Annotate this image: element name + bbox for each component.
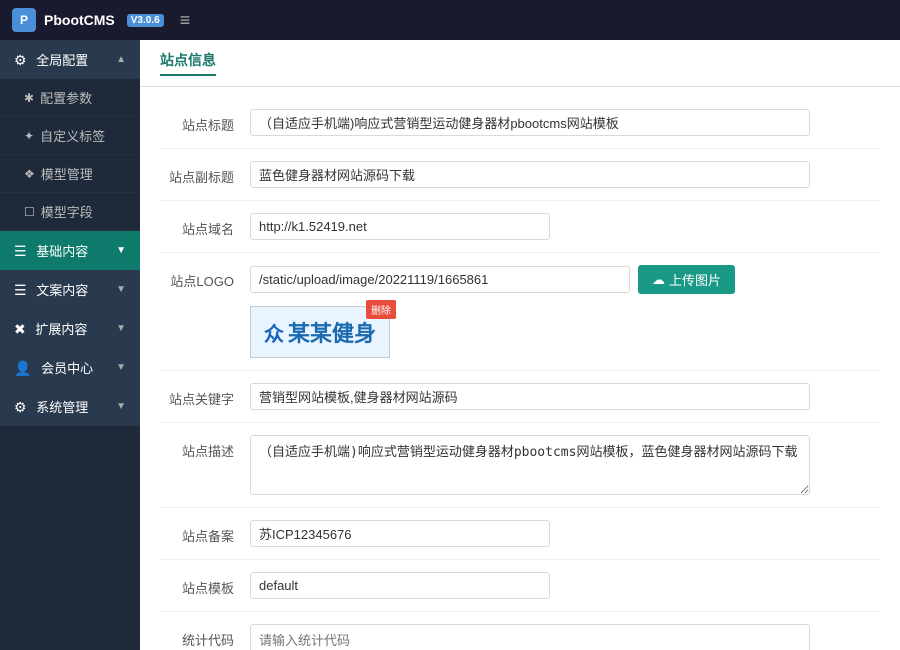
form-row-site-description: 站点描述 （自适应手机端)响应式营销型运动健身器材pbootcms网站模板，蓝色… [160, 423, 880, 508]
form-row-site-stats: 统计代码 https://www.huzhan.com/ishop34101 [160, 612, 880, 650]
label-site-subtitle: 站点副标题 [160, 161, 250, 186]
version-badge: V3.0.6 [127, 14, 164, 27]
gear-icon: ⚙ [14, 52, 27, 68]
sidebar: ⚙ 全局配置 ▲ ✱ 配置参数 ✦ 自定义标签 ❖ 模型管理 ☐ 模型字段 ☰ … [0, 40, 140, 650]
sidebar-group-xitongguanli-arrow: ▼ [116, 401, 126, 412]
app-logo: P PbootCMS V3.0.6 [12, 8, 164, 32]
field-site-icp [250, 520, 880, 547]
field-site-template [250, 572, 880, 599]
logo-icon: P [12, 8, 36, 32]
upload-logo-button[interactable]: ☁ 上传图片 [638, 265, 735, 294]
sidebar-group-wenzhaneirong-arrow: ▼ [116, 284, 126, 295]
input-site-icp[interactable] [250, 520, 550, 547]
user-icon: 👤 [14, 360, 31, 376]
form-row-site-title: 站点标题 [160, 97, 880, 149]
field-site-logo: ☁ 上传图片 众 某某健身 删除 [250, 265, 880, 358]
sidebar-group-jichuneirongt-arrow: ▼ [116, 245, 126, 256]
sidebar-item-zidingyibiaoqian[interactable]: ✦ 自定义标签 [0, 117, 140, 155]
sidebar-item-peizhicanshu-label: 配置参数 [40, 88, 92, 107]
sidebar-group-wenzhaneirong[interactable]: ☰ 文案内容 ▼ [0, 270, 140, 309]
sidebar-item-peizhicanshu[interactable]: ✱ 配置参数 [0, 79, 140, 117]
input-site-logo-path[interactable] [250, 266, 630, 293]
upload-icon: ☁ [652, 272, 665, 288]
label-site-title: 站点标题 [160, 109, 250, 134]
sidebar-group-wenzhaneirong-label: 文案内容 [36, 283, 88, 298]
sidebar-group-xitongguanli[interactable]: ⚙ 系统管理 ▼ [0, 387, 140, 426]
extend-icon: ✖ [14, 321, 26, 337]
input-site-title[interactable] [250, 109, 810, 136]
sidebar-group-kuozhaneirong-label: 扩展内容 [35, 322, 87, 337]
sidebar-group-jichuneirongt[interactable]: ☰ 基础内容 ▼ [0, 231, 140, 270]
sidebar-item-moxingziduan[interactable]: ☐ 模型字段 [0, 193, 140, 231]
sidebar-item-moxingziduan-label: 模型字段 [41, 202, 93, 221]
sidebar-group-quanju-arrow: ▲ [116, 54, 126, 65]
field-site-domain [250, 213, 880, 240]
logo-icon-dumbbell: 众 [264, 318, 284, 347]
logo-preview-wrap: 众 某某健身 删除 [250, 306, 390, 358]
sidebar-group-quanju-label: 全局配置 [36, 53, 88, 68]
logo-delete-button[interactable]: 删除 [366, 300, 396, 319]
input-site-keywords[interactable] [250, 383, 810, 410]
field-site-description: （自适应手机端)响应式营销型运动健身器材pbootcms网站模板，蓝色健身器材网… [250, 435, 880, 495]
field-site-keywords [250, 383, 880, 410]
field-icon: ☐ [24, 205, 35, 219]
sidebar-group-kuozhaneirong[interactable]: ✖ 扩展内容 ▼ [0, 309, 140, 348]
top-bar: P PbootCMS V3.0.6 ≡ [0, 0, 900, 40]
sidebar-group-jichuneirongt-label: 基础内容 [36, 244, 88, 259]
model-icon: ❖ [24, 167, 35, 181]
input-site-template[interactable] [250, 572, 550, 599]
label-site-template: 站点模板 [160, 572, 250, 597]
content-tab-title: 站点信息 [160, 50, 216, 76]
label-site-keywords: 站点关键字 [160, 383, 250, 408]
doc-icon: ☰ [14, 282, 27, 298]
sidebar-group-huiyuanzhongxin-label: 会员中心 [41, 361, 93, 376]
sidebar-group-huiyuanzhongxin[interactable]: 👤 会员中心 ▼ [0, 348, 140, 387]
form-row-site-keywords: 站点关键字 [160, 371, 880, 423]
form-row-site-subtitle: 站点副标题 [160, 149, 880, 201]
sidebar-item-moxingguanli[interactable]: ❖ 模型管理 [0, 155, 140, 193]
label-site-icp: 站点备案 [160, 520, 250, 545]
sidebar-item-zidingyibiaoqian-label: 自定义标签 [40, 126, 105, 145]
sidebar-group-xitongguanli-label: 系统管理 [36, 400, 88, 415]
star-icon: ✱ [24, 91, 34, 105]
list-icon: ☰ [14, 243, 27, 259]
label-site-logo: 站点LOGO [160, 265, 250, 290]
field-site-subtitle [250, 161, 880, 188]
form-row-site-template: 站点模板 [160, 560, 880, 612]
form-container: 站点标题 站点副标题 站点域名 站点LOGO [140, 87, 900, 650]
content-area: 站点信息 站点标题 站点副标题 站点域名 [140, 40, 900, 650]
label-site-stats: 统计代码 [160, 624, 250, 649]
textarea-site-description[interactable]: （自适应手机端)响应式营销型运动健身器材pbootcms网站模板，蓝色健身器材网… [250, 435, 810, 495]
sidebar-group-quanju[interactable]: ⚙ 全局配置 ▲ [0, 40, 140, 79]
textarea-site-stats[interactable] [250, 624, 810, 650]
form-row-site-domain: 站点域名 [160, 201, 880, 253]
logo-brand-text: 某某健身 [288, 316, 376, 348]
content-header: 站点信息 [140, 40, 900, 87]
form-row-site-icp: 站点备案 [160, 508, 880, 560]
upload-btn-label: 上传图片 [669, 270, 721, 289]
sidebar-group-huiyuanzhongxin-arrow: ▼ [116, 362, 126, 373]
input-site-subtitle[interactable] [250, 161, 810, 188]
field-site-title [250, 109, 880, 136]
form-row-site-logo: 站点LOGO ☁ 上传图片 众 某某健身 [160, 253, 880, 371]
label-site-description: 站点描述 [160, 435, 250, 460]
hamburger-button[interactable]: ≡ [180, 10, 191, 31]
settings-icon: ⚙ [14, 399, 27, 415]
label-site-domain: 站点域名 [160, 213, 250, 238]
input-site-domain[interactable] [250, 213, 550, 240]
sidebar-item-moxingguanli-label: 模型管理 [41, 164, 93, 183]
app-name: PbootCMS [44, 12, 115, 28]
main-layout: ⚙ 全局配置 ▲ ✱ 配置参数 ✦ 自定义标签 ❖ 模型管理 ☐ 模型字段 ☰ … [0, 40, 900, 650]
logo-text: 众 某某健身 [264, 316, 376, 348]
sidebar-group-kuozhaneirong-arrow: ▼ [116, 323, 126, 334]
tag-icon: ✦ [24, 129, 34, 143]
field-site-stats: https://www.huzhan.com/ishop34101 [250, 624, 880, 650]
